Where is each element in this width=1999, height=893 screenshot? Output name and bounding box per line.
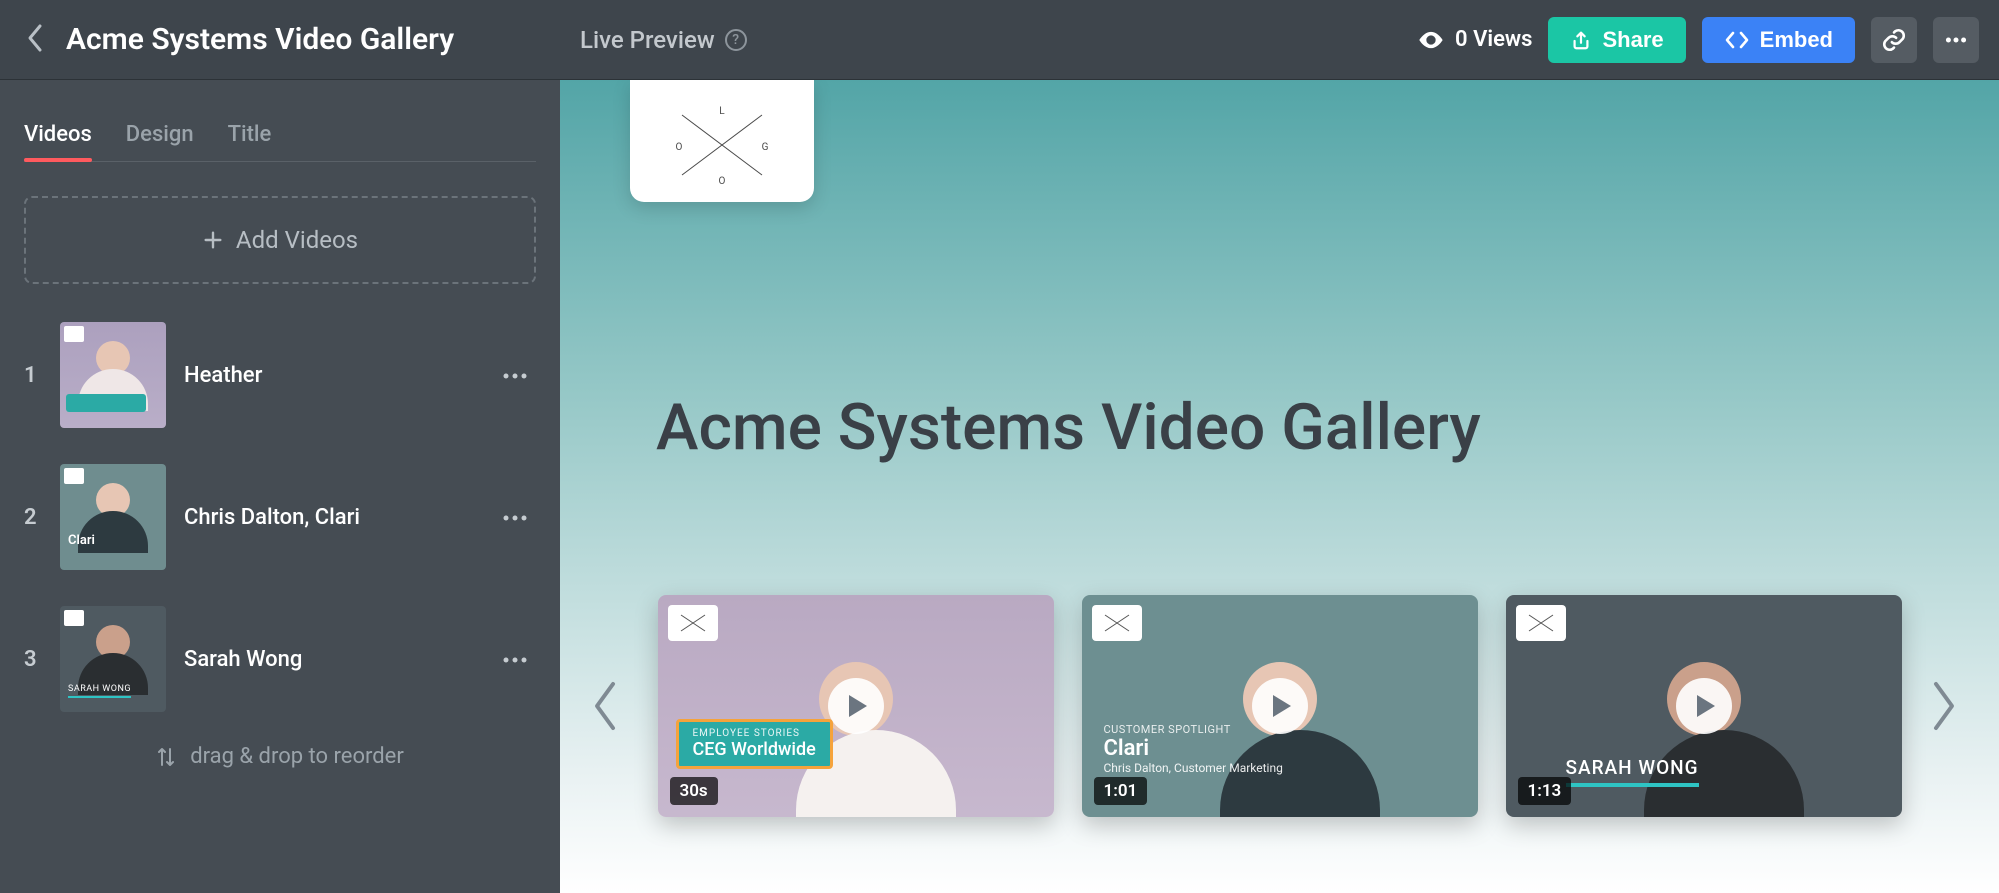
video-name: Sarah Wong: [184, 647, 476, 672]
embed-button[interactable]: Embed: [1702, 17, 1855, 63]
svg-text:O: O: [676, 142, 683, 153]
embed-icon: [1724, 29, 1750, 51]
link-icon: [1881, 27, 1907, 53]
overlay-small: EMPLOYEE STORIES: [693, 728, 816, 739]
card-logo-icon: [1092, 605, 1142, 641]
preview-title: Acme Systems Video Gallery: [656, 390, 1481, 465]
list-item[interactable]: 2 Chris Dalton, Clari: [24, 460, 536, 574]
back-button[interactable]: [20, 17, 50, 63]
share-label: Share: [1602, 27, 1663, 53]
share-button[interactable]: Share: [1548, 17, 1685, 63]
share-icon: [1570, 29, 1592, 51]
list-item[interactable]: 3 Sarah Wong: [24, 602, 536, 716]
item-more-button[interactable]: [494, 358, 536, 393]
dots-icon: [1943, 27, 1969, 53]
video-card[interactable]: CUSTOMER SPOTLIGHT Clari Chris Dalton, C…: [1082, 595, 1478, 817]
reorder-hint-text: drag & drop to reorder: [190, 744, 404, 769]
svg-text:G: G: [762, 142, 769, 153]
preview-pane: L O G O Acme Systems Video Gallery: [560, 80, 1999, 893]
views-text: 0 Views: [1455, 27, 1532, 52]
add-videos-button[interactable]: Add Videos: [24, 196, 536, 284]
video-name: Chris Dalton, Clari: [184, 505, 476, 530]
video-card[interactable]: EMPLOYEE STORIES CEG Worldwide 30s: [658, 595, 1054, 817]
video-duration: 1:01: [1094, 777, 1148, 805]
list-index: 3: [24, 647, 42, 672]
video-card[interactable]: SARAH WONG 1:13: [1506, 595, 1902, 817]
page-title: Acme Systems Video Gallery: [66, 22, 454, 57]
svg-text:L: L: [719, 106, 725, 117]
logo-icon: L O G O: [667, 100, 777, 190]
carousel-prev-button[interactable]: [560, 678, 648, 734]
card-logo-icon: [1516, 605, 1566, 641]
play-icon: [828, 678, 884, 734]
tab-videos[interactable]: Videos: [24, 108, 92, 161]
video-thumbnail: [60, 606, 166, 712]
eye-icon: [1417, 26, 1445, 54]
item-more-button[interactable]: [494, 500, 536, 535]
copy-link-button[interactable]: [1871, 17, 1917, 63]
views-count: 0 Views: [1417, 26, 1532, 54]
card-overlay: EMPLOYEE STORIES CEG Worldwide: [676, 719, 833, 769]
play-icon: [1676, 678, 1732, 734]
card-caption: CUSTOMER SPOTLIGHT Clari Chris Dalton, C…: [1104, 723, 1283, 775]
chevron-left-icon: [589, 678, 619, 734]
embed-label: Embed: [1760, 27, 1833, 53]
video-duration: 1:13: [1518, 777, 1572, 805]
list-index: 2: [24, 505, 42, 530]
caption-small: CUSTOMER SPOTLIGHT: [1104, 723, 1283, 736]
caption-sub: Chris Dalton, Customer Marketing: [1104, 761, 1283, 775]
list-index: 1: [24, 363, 42, 388]
reorder-icon: [156, 745, 176, 769]
help-icon[interactable]: ?: [725, 29, 747, 51]
caption-large: Clari: [1104, 736, 1283, 761]
card-logo-icon: [668, 605, 718, 641]
more-menu-button[interactable]: [1933, 17, 1979, 63]
video-thumbnail: [60, 322, 166, 428]
tab-title[interactable]: Title: [228, 108, 272, 161]
video-name: Heather: [184, 363, 476, 388]
carousel-next-button[interactable]: [1902, 678, 1990, 734]
sidebar: Videos Design Title Add Videos 1 Heather…: [0, 80, 560, 893]
card-name: SARAH WONG: [1566, 756, 1699, 787]
logo-card: L O G O: [630, 80, 814, 202]
video-thumbnail: [60, 464, 166, 570]
reorder-hint: drag & drop to reorder: [24, 744, 536, 769]
add-videos-label: Add Videos: [236, 226, 358, 254]
overlay-large: CEG Worldwide: [693, 739, 816, 760]
live-preview-label: Live Preview ?: [580, 26, 747, 54]
tab-design[interactable]: Design: [126, 108, 194, 161]
svg-text:O: O: [719, 176, 726, 187]
video-duration: 30s: [670, 777, 718, 805]
chevron-right-icon: [1930, 678, 1960, 734]
live-preview-text: Live Preview: [580, 26, 715, 54]
plus-icon: [202, 229, 224, 251]
list-item[interactable]: 1 Heather: [24, 318, 536, 432]
item-more-button[interactable]: [494, 642, 536, 677]
